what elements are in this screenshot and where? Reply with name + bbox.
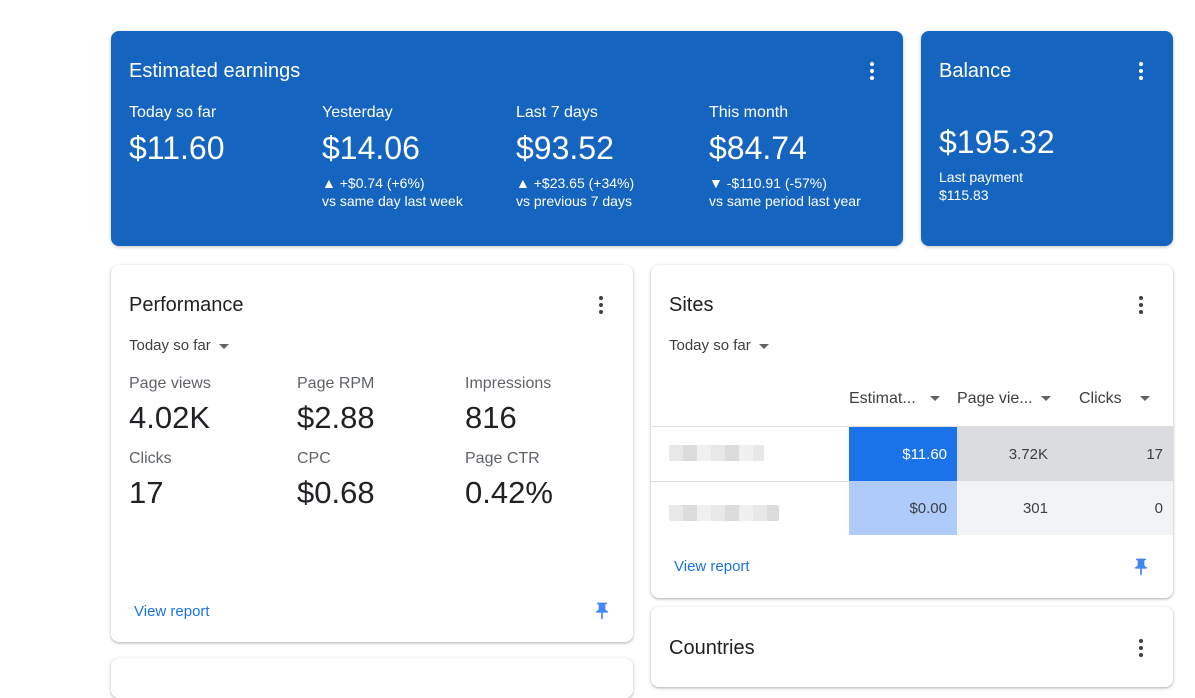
date-range-dropdown[interactable]: Today so far	[669, 337, 769, 354]
stat-change-this-month: ▼ -$110.91 (-57%)	[709, 175, 827, 191]
sort-icon	[1040, 396, 1051, 402]
table-cell-earnings: $0.00	[849, 481, 957, 535]
metric-value-page-ctr: 0.42%	[465, 475, 553, 510]
countries-card: Countries	[651, 607, 1173, 687]
date-range-label: Today so far	[129, 337, 211, 354]
stat-change-yesterday: ▲ +$0.74 (+6%)	[322, 175, 425, 191]
more-options-icon[interactable]	[1138, 295, 1144, 315]
metric-value-page-views: 4.02K	[129, 400, 211, 435]
chevron-down-icon	[758, 343, 769, 349]
column-header-page-views[interactable]: Page vie...	[957, 390, 1051, 408]
card-title: Sites	[669, 294, 714, 316]
stat-compare-this-month: vs same period last year	[709, 193, 861, 209]
more-options-icon[interactable]	[869, 61, 875, 81]
chevron-down-icon	[218, 343, 229, 349]
card-title: Performance	[129, 294, 244, 316]
pin-icon[interactable]	[592, 600, 612, 622]
performance-card: Performance Today so far Page views 4.02…	[111, 265, 633, 642]
balance-card: Balance $195.32 Last payment $115.83	[921, 31, 1173, 246]
column-header-earnings[interactable]: Estimat...	[849, 390, 940, 408]
table-cell-page-views: 301	[957, 481, 1058, 535]
metric-label-impressions: Impressions	[465, 375, 552, 392]
more-options-icon[interactable]	[598, 295, 604, 315]
stat-label-this-month: This month	[709, 104, 789, 121]
table-cell-page-views: 3.72K	[957, 427, 1058, 481]
metric-value-page-rpm: $2.88	[297, 400, 375, 435]
column-header-label: Page vie...	[957, 390, 1033, 407]
site-name-redacted	[669, 505, 779, 521]
date-range-label: Today so far	[669, 337, 751, 354]
metric-label-clicks: Clicks	[129, 450, 172, 467]
metric-label-page-rpm: Page RPM	[297, 375, 375, 392]
metric-value-clicks: 17	[129, 475, 164, 510]
table-cell-clicks: 17	[1058, 427, 1173, 481]
metric-label-page-ctr: Page CTR	[465, 450, 540, 467]
more-options-icon[interactable]	[1138, 638, 1144, 658]
view-report-link[interactable]: View report	[674, 558, 750, 575]
column-header-clicks[interactable]: Clicks	[1079, 390, 1150, 408]
card-title: Countries	[669, 637, 755, 659]
last-payment-label: Last payment	[939, 169, 1024, 185]
stat-label-yesterday: Yesterday	[322, 104, 393, 121]
pin-icon[interactable]	[1131, 556, 1151, 578]
stat-label-last-7-days: Last 7 days	[516, 104, 598, 121]
metric-value-cpc: $0.68	[297, 475, 375, 510]
site-name-redacted	[669, 445, 764, 461]
date-range-dropdown[interactable]: Today so far	[129, 337, 229, 354]
sort-icon	[1139, 396, 1150, 402]
column-header-label: Estimat...	[849, 390, 916, 407]
metric-label-page-views: Page views	[129, 375, 211, 392]
more-options-icon[interactable]	[1138, 61, 1144, 81]
last-payment-value: $115.83	[939, 187, 989, 203]
stat-compare-last-7-days: vs previous 7 days	[516, 193, 632, 209]
stat-value-this-month: $84.74	[709, 130, 807, 166]
balance-value: $195.32	[939, 124, 1055, 160]
estimated-earnings-card: Estimated earnings Today so far $11.60 Y…	[111, 31, 903, 246]
stat-change-last-7-days: ▲ +$23.65 (+34%)	[516, 175, 635, 191]
stat-value-last-7-days: $93.52	[516, 130, 614, 166]
card-title: Estimated earnings	[129, 60, 301, 82]
metric-label-cpc: CPC	[297, 450, 331, 467]
stat-value-yesterday: $14.06	[322, 130, 420, 166]
next-card	[111, 658, 633, 698]
stat-value-today: $11.60	[129, 130, 225, 166]
table-cell-clicks: 0	[1058, 481, 1173, 535]
stat-label-today: Today so far	[129, 104, 217, 121]
column-header-label: Clicks	[1079, 390, 1122, 407]
sort-icon	[929, 396, 940, 402]
table-divider	[651, 481, 849, 482]
stat-compare-yesterday: vs same day last week	[322, 193, 463, 209]
metric-value-impressions: 816	[465, 400, 517, 435]
card-title: Balance	[939, 60, 1012, 82]
table-cell-earnings: $11.60	[849, 427, 957, 481]
view-report-link[interactable]: View report	[134, 603, 210, 620]
